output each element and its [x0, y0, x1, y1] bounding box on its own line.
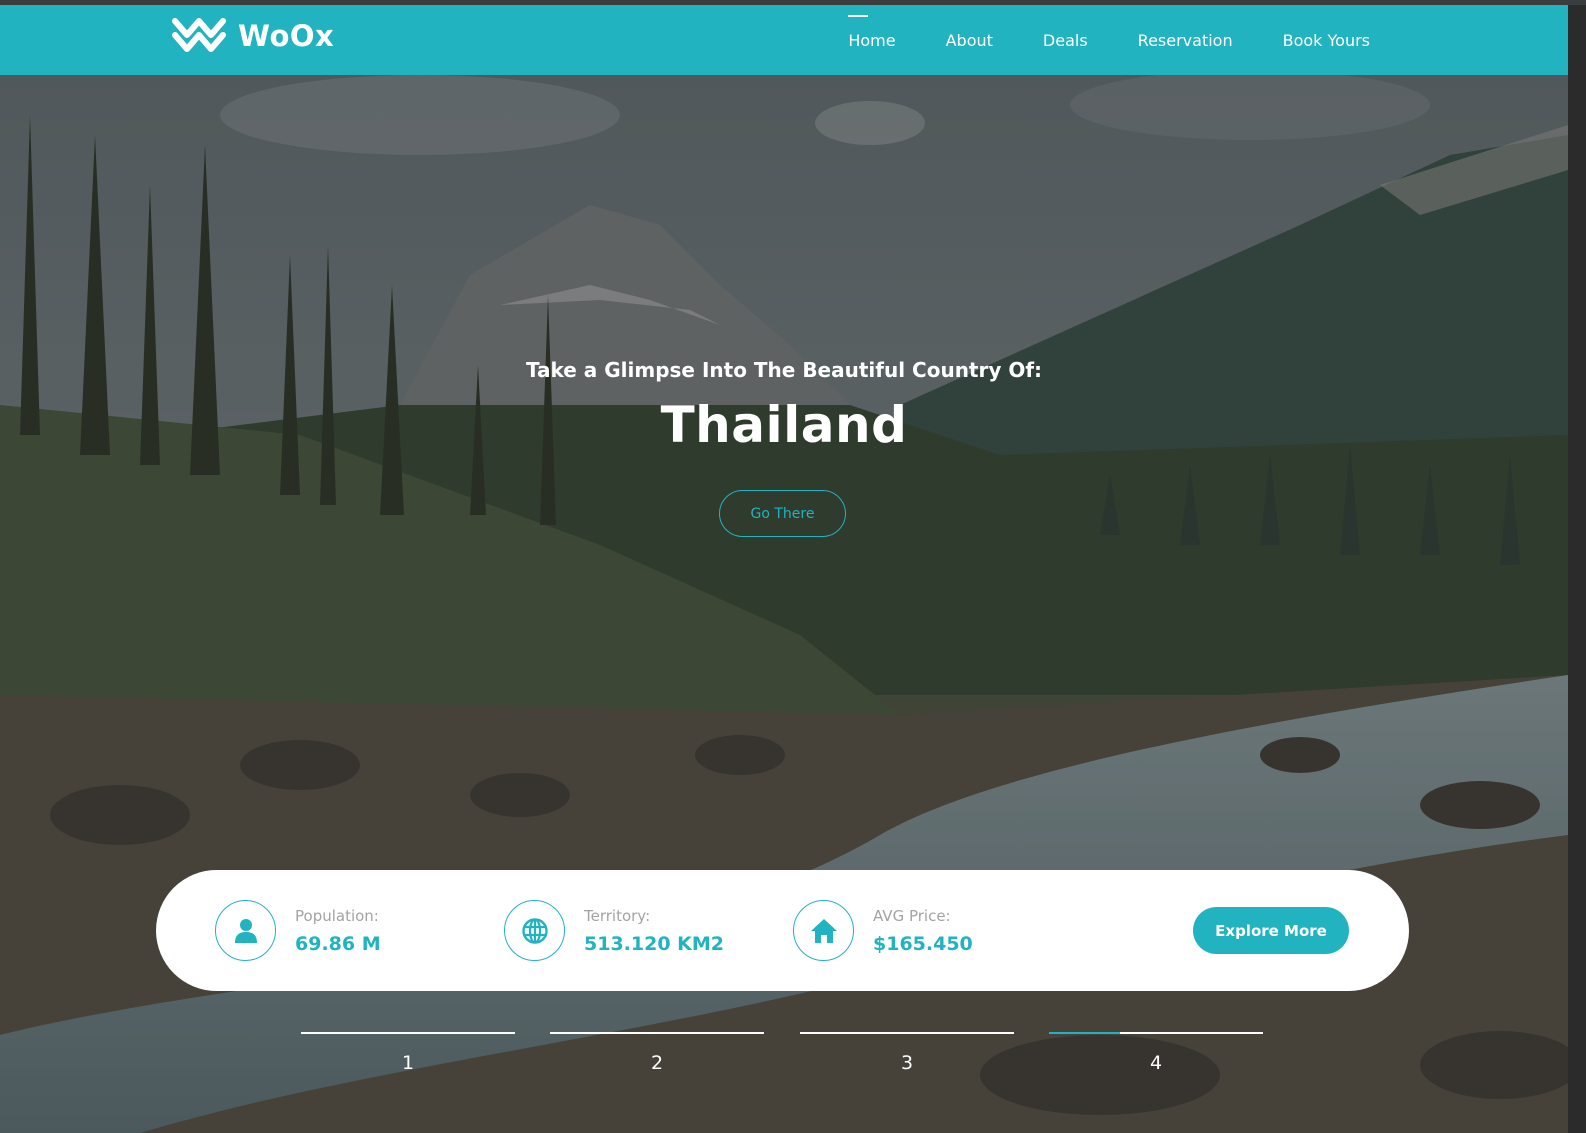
pager-number: 3	[900, 1052, 914, 1074]
hero-subtitle: Take a Glimpse Into The Beautiful Countr…	[525, 358, 1043, 382]
nav-book-yours[interactable]: Book Yours	[1283, 31, 1370, 50]
window-top-border	[0, 0, 1586, 5]
go-there-button[interactable]: Go There	[719, 490, 846, 537]
main-nav: Home About Deals Reservation Book Yours	[798, 5, 1370, 75]
stat-value: $165.450	[873, 932, 973, 955]
stat-label: Population:	[295, 906, 379, 925]
slider-pager: 1 2 3 4	[0, 1032, 1568, 1082]
pager-bar	[550, 1032, 764, 1034]
pager-bar	[301, 1032, 515, 1034]
pager-item-3[interactable]: 3	[800, 1032, 1014, 1082]
window-scrollbar[interactable]	[1568, 0, 1586, 1133]
country-info-card: Population: 69.86 M Territory: 513.120 K…	[156, 870, 1409, 991]
site-header: WoOx Home About Deals Reservation Book Y…	[0, 5, 1568, 75]
stat-territory: Territory: 513.120 KM2	[504, 870, 724, 991]
stat-value: 69.86 M	[295, 932, 381, 955]
hero-banner: Take a Glimpse Into The Beautiful Countr…	[0, 75, 1568, 1133]
person-icon	[215, 900, 276, 961]
pager-number: 2	[650, 1052, 664, 1074]
explore-more-button[interactable]: Explore More	[1193, 907, 1349, 954]
nav-about[interactable]: About	[946, 31, 993, 50]
globe-icon	[504, 900, 565, 961]
woox-logo-icon	[172, 18, 226, 52]
nav-deals[interactable]: Deals	[1043, 31, 1088, 50]
pager-bar	[800, 1032, 1014, 1034]
stat-value: 513.120 KM2	[584, 932, 725, 955]
stat-avg-price: AVG Price: $165.450	[793, 870, 973, 991]
pager-progress-fill	[1049, 1032, 1120, 1034]
nav-home[interactable]: Home	[848, 14, 896, 50]
hero-title: Thailand	[660, 396, 908, 454]
pager-number: 4	[1149, 1052, 1163, 1074]
nav-reservation[interactable]: Reservation	[1138, 31, 1233, 50]
stat-population: Population: 69.86 M	[215, 870, 381, 991]
stat-label: AVG Price:	[873, 906, 951, 925]
pager-item-1[interactable]: 1	[301, 1032, 515, 1082]
pager-item-2[interactable]: 2	[550, 1032, 764, 1082]
home-icon	[793, 900, 854, 961]
pager-item-4[interactable]: 4	[1049, 1032, 1263, 1082]
stat-label: Territory:	[584, 906, 651, 925]
brand-logo[interactable]: WoOx	[172, 17, 334, 55]
brand-name: WoOx	[238, 19, 335, 53]
pager-number: 1	[401, 1052, 415, 1074]
